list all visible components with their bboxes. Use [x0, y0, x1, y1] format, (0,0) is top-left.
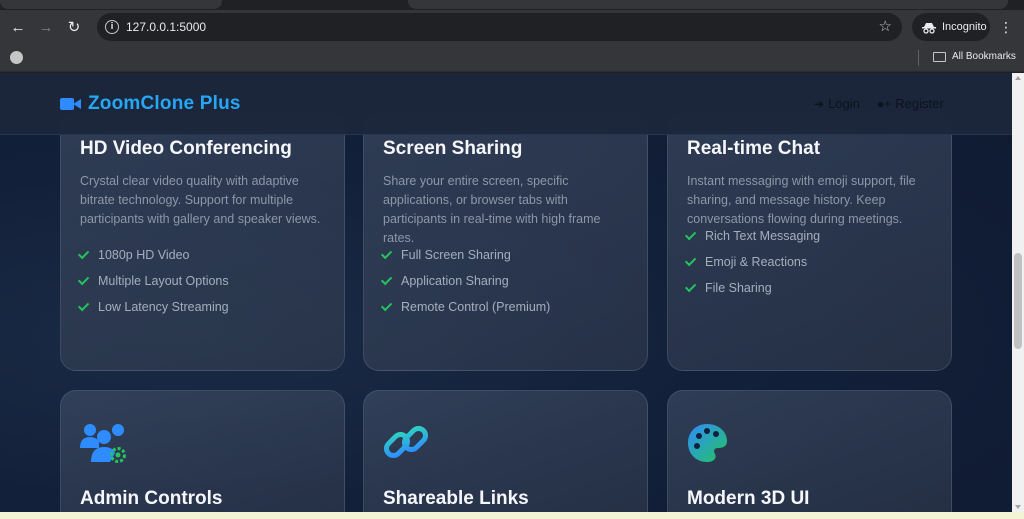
list-item: Multiple Layout Options	[77, 268, 229, 294]
feature-description: Instant messaging with emoji support, fi…	[687, 174, 916, 226]
feature-card-admin-controls: Admin Controls	[60, 390, 345, 512]
login-link[interactable]: ➜ Login	[814, 96, 860, 111]
feature-card-shareable-links: Shareable Links	[363, 390, 648, 512]
brand-name: ZoomClone Plus	[88, 93, 241, 114]
page-viewport: ZoomClone Plus ➜ Login ●+ Register HD Vi…	[0, 73, 1012, 512]
forward-icon[interactable]: →	[34, 15, 58, 39]
feature-title: Screen Sharing	[383, 138, 523, 159]
feature-title: Modern 3D UI	[687, 488, 810, 509]
browser-toolbar: ← → ↻ i 127.0.0.1:5000 ☆ Incognito ⋮	[0, 10, 1024, 44]
back-icon[interactable]: ←	[6, 15, 30, 39]
list-item: Application Sharing	[380, 268, 550, 294]
check-icon	[380, 299, 393, 312]
browser-tab[interactable]	[408, 0, 1008, 9]
login-label: Login	[828, 96, 860, 111]
scroll-down-icon[interactable]	[1015, 505, 1021, 509]
globe-icon[interactable]	[10, 51, 23, 64]
feature-title: Admin Controls	[80, 488, 223, 509]
link-icon	[383, 422, 429, 464]
folder-icon	[933, 52, 946, 62]
url-text[interactable]: 127.0.0.1:5000	[126, 20, 206, 34]
incognito-label: Incognito	[942, 21, 987, 33]
address-bar[interactable]: i 127.0.0.1:5000 ☆	[97, 13, 902, 41]
register-label: Register	[895, 96, 944, 111]
feature-card-screen-sharing: Screen Sharing Share your entire screen,…	[363, 113, 648, 371]
check-icon	[77, 247, 90, 260]
check-icon	[380, 273, 393, 286]
brand-logo[interactable]: ZoomClone Plus	[60, 93, 241, 115]
feature-title: HD Video Conferencing	[80, 138, 292, 159]
incognito-icon	[922, 21, 936, 34]
check-icon	[684, 280, 697, 293]
page-scrollbar[interactable]	[1012, 73, 1024, 512]
bookmarks-divider	[918, 50, 919, 66]
tab-strip	[0, 0, 1024, 10]
feature-description: Crystal clear video quality with adaptiv…	[80, 174, 321, 226]
sign-in-icon: ➜	[814, 96, 825, 111]
all-bookmarks-link[interactable]: All Bookmarks	[952, 51, 1016, 62]
list-item: Rich Text Messaging	[684, 223, 820, 249]
list-item: File Sharing	[684, 275, 820, 301]
list-item: Full Screen Sharing	[380, 242, 550, 268]
list-item: Remote Control (Premium)	[380, 294, 550, 320]
feature-card-realtime-chat: Real-time Chat Instant messaging with em…	[667, 113, 952, 371]
list-item: 1080p HD Video	[77, 242, 229, 268]
status-strip	[0, 512, 1024, 519]
check-icon	[684, 254, 697, 267]
palette-icon	[687, 422, 733, 464]
scroll-up-icon[interactable]	[1015, 76, 1021, 80]
feature-title: Real-time Chat	[687, 138, 821, 159]
check-icon	[380, 247, 393, 260]
incognito-badge[interactable]: Incognito	[912, 13, 990, 41]
browser-tab[interactable]	[0, 0, 222, 9]
video-camera-icon	[60, 96, 82, 112]
bookmark-star-icon[interactable]: ☆	[879, 17, 892, 35]
feature-title: Shareable Links	[383, 488, 529, 509]
scrollbar-thumb[interactable]	[1014, 253, 1022, 349]
feature-list: Full Screen Sharing Application Sharing …	[380, 242, 550, 320]
list-item: Emoji & Reactions	[684, 249, 820, 275]
check-icon	[77, 273, 90, 286]
feature-list: 1080p HD Video Multiple Layout Options L…	[77, 242, 229, 320]
site-info-icon[interactable]: i	[105, 20, 119, 34]
browser-menu-icon[interactable]: ⋮	[998, 18, 1014, 36]
user-plus-icon: ●+	[877, 96, 892, 111]
reload-icon[interactable]: ↻	[62, 15, 86, 39]
feature-description: Share your entire screen, specific appli…	[383, 174, 601, 245]
check-icon	[77, 299, 90, 312]
feature-card-modern-3d-ui: Modern 3D UI	[667, 390, 952, 512]
register-link[interactable]: ●+ Register	[877, 96, 944, 111]
bookmarks-bar: All Bookmarks	[0, 44, 1024, 72]
users-cog-icon	[80, 422, 126, 464]
check-icon	[684, 228, 697, 241]
list-item: Low Latency Streaming	[77, 294, 229, 320]
feature-list: Rich Text Messaging Emoji & Reactions Fi…	[684, 223, 820, 301]
feature-card-hd-video: HD Video Conferencing Crystal clear vide…	[60, 113, 345, 371]
site-navbar: ZoomClone Plus ➜ Login ●+ Register	[0, 73, 1012, 135]
